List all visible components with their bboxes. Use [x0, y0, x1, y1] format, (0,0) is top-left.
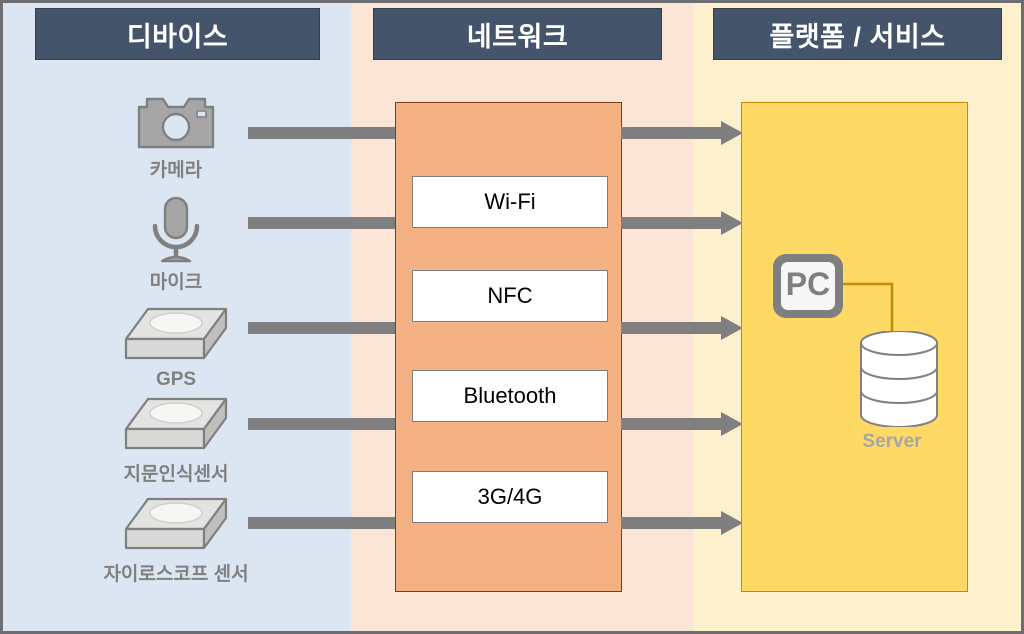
gyroscope-sensor-icon — [124, 497, 228, 550]
connector-device-gps — [248, 322, 398, 334]
header-network: 네트워크 — [373, 8, 662, 60]
camera-icon — [137, 97, 215, 149]
device-item-gps[interactable]: GPS — [43, 305, 309, 391]
network-panel: Wi-Fi NFC Bluetooth 3G/4G — [395, 102, 622, 592]
arrow-network-to-platform-5 — [621, 511, 743, 535]
server-database-icon[interactable] — [857, 331, 941, 427]
device-label-gps: GPS — [155, 369, 197, 390]
server-label: Server — [862, 431, 922, 452]
connector-device-gyroscope — [248, 517, 398, 529]
device-label-gyroscope: 자이로스코프 센서 — [103, 564, 249, 585]
connector-device-fingerprint — [248, 418, 398, 430]
protocol-box-3g4g[interactable]: 3G/4G — [412, 471, 608, 523]
protocol-box-bluetooth[interactable]: Bluetooth — [412, 370, 608, 422]
diagram-canvas: 디바이스 네트워크 플랫폼 / 서비스 카메라 마이크 GPS 지문인식센서 자… — [0, 0, 1024, 634]
connector-device-microphone — [248, 217, 398, 229]
device-item-fingerprint[interactable]: 지문인식센서 — [43, 395, 309, 486]
header-devices: 디바이스 — [35, 8, 320, 60]
fingerprint-sensor-icon — [124, 397, 228, 450]
arrow-network-to-platform-4 — [621, 412, 743, 436]
arrow-network-to-platform-1 — [621, 121, 743, 145]
arrow-network-to-platform-2 — [621, 211, 743, 235]
device-label-camera: 카메라 — [149, 160, 203, 181]
protocol-box-nfc[interactable]: NFC — [412, 270, 608, 322]
pc-icon[interactable]: PC — [770, 251, 846, 321]
platform-panel: PC Server — [741, 102, 968, 592]
device-label-microphone: 마이크 — [149, 272, 203, 293]
gps-sensor-icon — [124, 307, 228, 360]
device-item-microphone[interactable]: 마이크 — [43, 195, 309, 294]
connector-device-camera — [248, 127, 398, 139]
device-label-fingerprint: 지문인식센서 — [123, 464, 229, 485]
protocol-box-wifi[interactable]: Wi-Fi — [412, 176, 608, 228]
pc-label: PC — [786, 266, 830, 302]
microphone-icon — [152, 196, 200, 263]
header-platform: 플랫폼 / 서비스 — [713, 8, 1002, 60]
device-item-gyroscope[interactable]: 자이로스코프 센서 — [43, 495, 309, 586]
arrow-network-to-platform-3 — [621, 316, 743, 340]
